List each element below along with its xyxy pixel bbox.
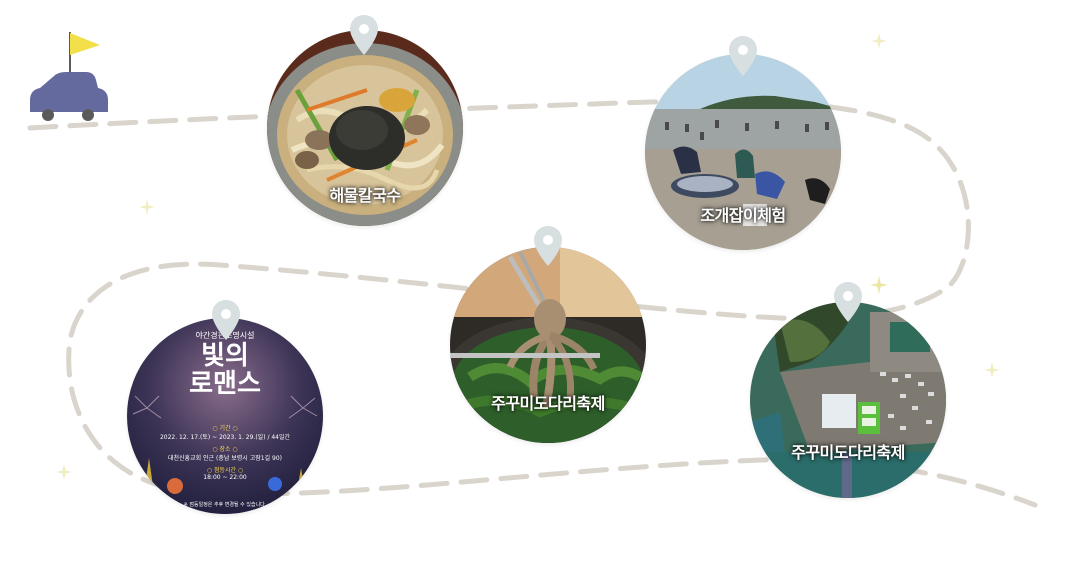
sparkle-icon — [139, 199, 155, 215]
poster-place-label: ○ 장소 ○ — [212, 446, 238, 453]
sparkle-icon — [871, 33, 887, 49]
location-pin-icon — [729, 36, 757, 76]
stop-kalguksu[interactable]: 해물칼국수 — [267, 30, 463, 226]
stop-octopus-festival-aerial[interactable]: 주꾸미도다리축제 — [750, 302, 946, 498]
location-pin-icon — [534, 226, 562, 266]
location-pin-icon — [834, 282, 862, 322]
stop-label: 조개잡이체험 — [700, 206, 786, 225]
stop-label: 주꾸미도다리축제 — [491, 394, 605, 413]
poster-time-label: ○ 점등시간 ○ — [206, 467, 244, 474]
stop-light-romance[interactable]: 야간경관조명시설 빛의 로맨스 ○ 기간 ○ 2022. 12. 17.(토) … — [127, 318, 323, 514]
stop-label: 해물칼국수 — [329, 186, 401, 205]
poster-title-line1: 빛의 — [201, 341, 249, 371]
poster-title-line2: 로맨스 — [189, 369, 261, 399]
stop-label: 주꾸미도다리축제 — [791, 443, 905, 462]
stop-clam-digging[interactable]: 조개잡이체험 — [645, 54, 841, 250]
poster-place-value: 대천신흥교회 인근 (충남 보령시 고잠1길 90) — [168, 455, 282, 462]
poster-period-label: ○ 기간 ○ — [212, 425, 238, 432]
poster-footnote: ※ 점등일정은 추후 변경될 수 있습니다. — [183, 502, 267, 508]
sparkle-icon — [984, 362, 1000, 378]
port-aerial-photo — [750, 302, 946, 498]
location-pin-icon — [212, 300, 240, 340]
sparkle-icon — [56, 464, 72, 480]
car-icon — [30, 32, 108, 121]
poster-period-value: 2022. 12. 17.(토) ~ 2023. 1. 29.(일) / 44일… — [159, 434, 291, 441]
poster-time-value: 18:00 ~ 22:00 — [203, 474, 247, 481]
stop-octopus-festival[interactable]: 주꾸미도다리축제 — [450, 247, 646, 443]
sparkle-icon — [870, 276, 888, 294]
location-pin-icon — [350, 15, 378, 55]
